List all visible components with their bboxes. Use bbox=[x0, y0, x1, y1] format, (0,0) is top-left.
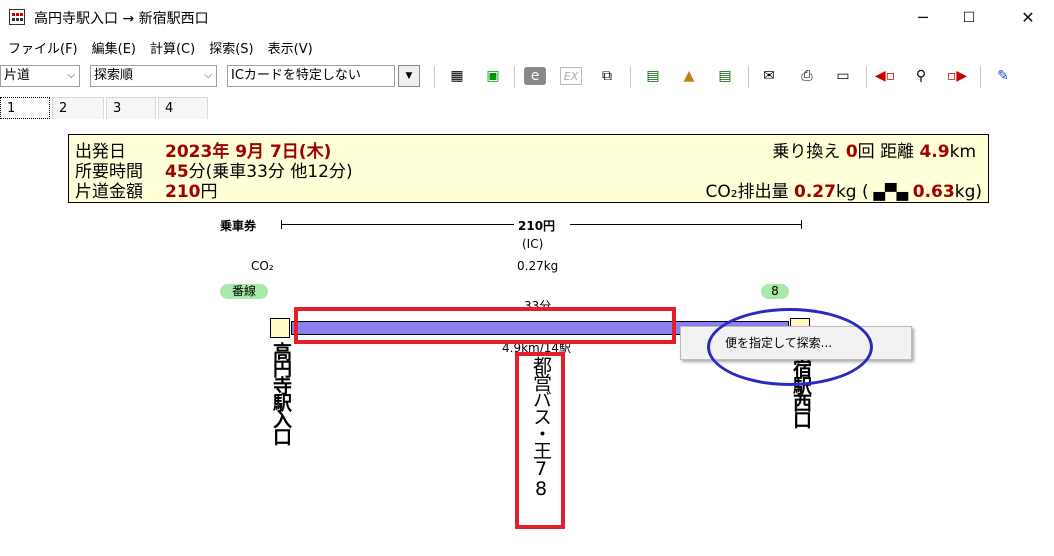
sort-order-value: 探索順 bbox=[94, 68, 134, 83]
distance-unit: km bbox=[949, 142, 976, 162]
window-title: 高円寺駅入口 → 新宿駅西口 bbox=[34, 11, 209, 27]
platform-label: 番線 bbox=[220, 284, 268, 299]
origin-station-name: 高円寺駅入口 bbox=[270, 342, 292, 444]
transfers-value: 0 bbox=[845, 142, 858, 162]
ticket-fare: 210円 bbox=[518, 219, 556, 233]
co2-label: CO₂排出量 bbox=[705, 182, 789, 202]
transfers-distance: 乗り換え 0回 距離 4.9km bbox=[772, 137, 976, 162]
bus-route-icon[interactable]: ▤ bbox=[642, 67, 664, 85]
highlight-line-name bbox=[515, 352, 565, 529]
menu-calc[interactable]: 計算(C) bbox=[142, 39, 201, 61]
memo-icon[interactable]: ✉ bbox=[758, 67, 780, 85]
print-preview-icon[interactable]: ▭ bbox=[832, 67, 854, 85]
menu-edit[interactable]: 編集(E) bbox=[84, 39, 142, 61]
distance-value: 4.9 bbox=[919, 142, 950, 162]
highlight-context-menu bbox=[707, 308, 873, 386]
car-co2-value: 0.63 bbox=[912, 182, 955, 202]
print-icon[interactable]: ⎙ bbox=[796, 67, 818, 85]
fare-type-value: 片道 bbox=[4, 68, 31, 83]
route-summary-box: 出発日 2023年 9月 7日(木) 所要時間 45分(乗車33分 他12分) … bbox=[68, 134, 989, 203]
transfers-label: 乗り換え bbox=[772, 142, 841, 162]
ticket-label: 乗車券 bbox=[220, 219, 257, 233]
chevron-down-icon: ⌵ bbox=[67, 70, 75, 81]
maximize-button[interactable]: ☐ bbox=[946, 0, 992, 36]
title-bar: 高円寺駅入口 → 新宿駅西口 ─ ☐ ✕ bbox=[0, 0, 1054, 36]
ic-card-dropdown-button[interactable]: ▼ bbox=[398, 65, 420, 87]
tab-4[interactable]: 4 bbox=[158, 97, 208, 119]
co2-unit: kg ( bbox=[835, 182, 869, 202]
find-icon[interactable]: ⚲ bbox=[910, 67, 932, 85]
menu-view[interactable]: 表示(V) bbox=[260, 39, 319, 61]
app-icon bbox=[9, 9, 25, 25]
platform-number: 8 bbox=[761, 284, 789, 299]
highlight-route-line bbox=[294, 307, 676, 344]
ex-icon[interactable]: EX bbox=[560, 67, 582, 85]
co2-value-route: 0.27kg bbox=[517, 259, 559, 273]
toolbar: 片道 ⌵ 探索順 ⌵ ICカードを特定しない ▼ ▦ ▣ e EX ⧉ ▤ ▲ … bbox=[0, 63, 1054, 93]
car-icon: ▄▀▄ bbox=[868, 183, 913, 201]
bus-schedule-icon[interactable]: ▤ bbox=[714, 67, 736, 85]
next-icon[interactable]: ▫▶ bbox=[946, 67, 968, 85]
fare-value-group: 210円 bbox=[165, 177, 218, 202]
previous-icon[interactable]: ◀▫ bbox=[874, 67, 896, 85]
menu-search[interactable]: 探索(S) bbox=[201, 39, 259, 61]
menu-bar: ファイル(F) 編集(E) 計算(C) 探索(S) 表示(V) bbox=[0, 38, 319, 60]
tab-1[interactable]: 1 bbox=[0, 97, 50, 119]
map-icon[interactable]: ▣ bbox=[482, 67, 504, 85]
fare-label: 片道金額 bbox=[75, 182, 143, 202]
sort-order-select[interactable]: 探索順 ⌵ bbox=[90, 65, 217, 87]
fare-type-select[interactable]: 片道 ⌵ bbox=[0, 65, 80, 87]
timetable-icon[interactable]: ▦ bbox=[446, 67, 468, 85]
co2-label-route: CO₂ bbox=[251, 259, 274, 273]
ticket-line-right bbox=[570, 224, 802, 225]
co2-value: 0.27 bbox=[793, 182, 836, 202]
mountain-icon[interactable]: ▲ bbox=[678, 67, 700, 85]
origin-station-marker[interactable] bbox=[270, 318, 290, 338]
minimize-button[interactable]: ─ bbox=[900, 0, 946, 36]
menu-file[interactable]: ファイル(F) bbox=[0, 39, 84, 61]
close-button[interactable]: ✕ bbox=[1005, 0, 1051, 36]
window-icon[interactable]: ⧉ bbox=[596, 67, 618, 85]
transfers-unit: 回 bbox=[857, 142, 875, 162]
tab-3[interactable]: 3 bbox=[106, 97, 156, 119]
fare-value: 210 bbox=[165, 182, 201, 202]
edit-pen-icon[interactable]: ✎ bbox=[992, 67, 1014, 85]
ticket-type: (IC) bbox=[522, 237, 544, 251]
ticket-line-left bbox=[281, 224, 514, 225]
fare-unit: 円 bbox=[200, 182, 218, 202]
ic-card-field[interactable]: ICカードを特定しない bbox=[227, 65, 395, 87]
car-co2-unit: kg) bbox=[954, 182, 982, 202]
distance-label: 距離 bbox=[880, 142, 915, 162]
edge-icon[interactable]: e bbox=[524, 67, 546, 85]
tab-2[interactable]: 2 bbox=[52, 97, 104, 119]
chevron-down-icon: ⌵ bbox=[204, 70, 212, 81]
co2-group: CO₂排出量 0.27kg ( ▄▀▄ 0.63kg) bbox=[706, 177, 983, 202]
